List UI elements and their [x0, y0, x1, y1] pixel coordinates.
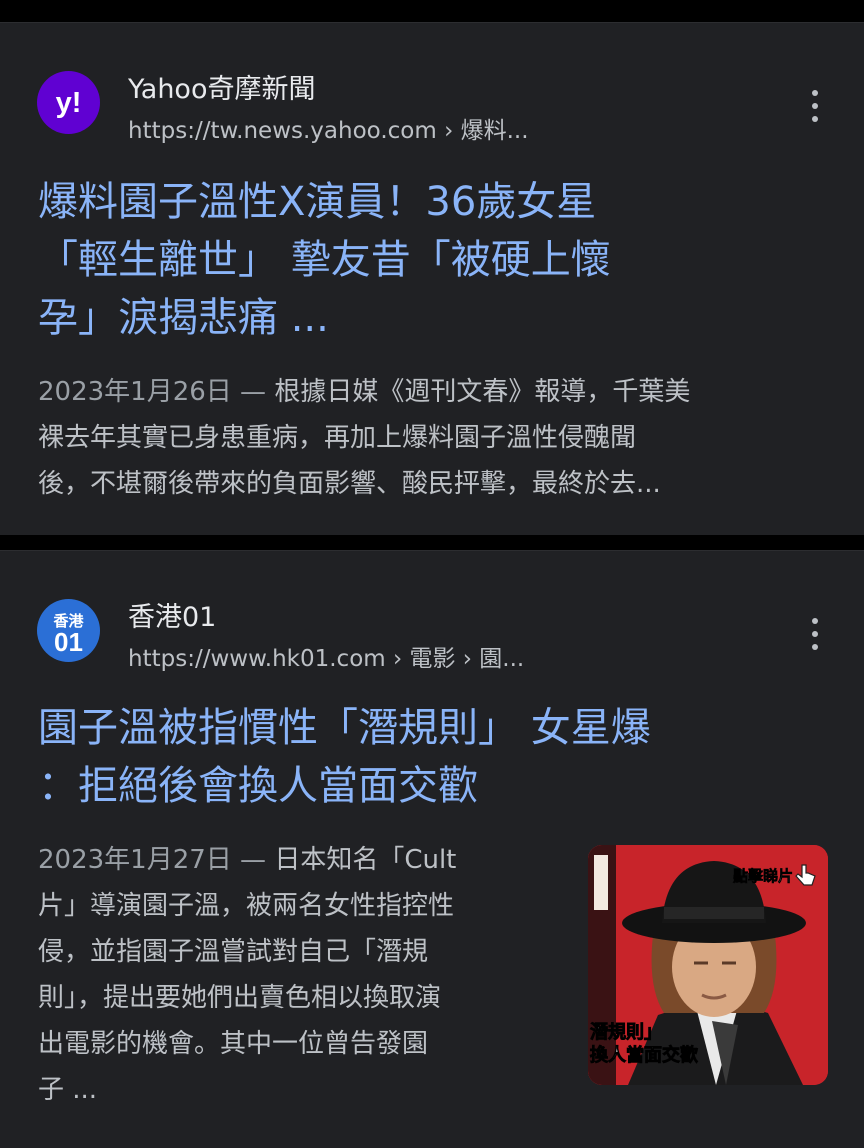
hk01-logo-icon[interactable]: 香港 01	[37, 599, 100, 662]
yahoo-logo-text: y!	[56, 87, 82, 119]
snippet-line: 片」導演園子溫，被兩名女性指控性	[38, 891, 455, 921]
title-line: 孕」淚揭悲痛 ...	[38, 295, 329, 341]
title-line: 園子溫被指慣性「潛規則」 女星爆	[38, 705, 651, 751]
more-vert-icon[interactable]	[800, 86, 830, 126]
snippet-line: 則」，提出要她們出賣色相以換取演	[38, 983, 442, 1013]
site-url[interactable]: https://tw.news.yahoo.com › 爆料...	[128, 111, 529, 145]
hk01-logo-bottom-text: 01	[54, 627, 83, 657]
snippet-text: 日本知名「Cult	[266, 845, 457, 875]
more-vert-icon[interactable]	[800, 614, 830, 654]
search-result-card: 香港 01 香港01 https://www.hk01.com › 電影 › 園…	[0, 550, 864, 1148]
thumbnail-overlay-line-2: 換人當面交歡	[590, 1044, 698, 1066]
result-title-link[interactable]: 園子溫被指慣性「潛規則」 女星爆 ：拒絕後會換人當面交歡	[38, 699, 651, 815]
result-date: 2023年1月27日 —	[38, 845, 267, 875]
video-thumbnail[interactable]: 點擊睇片 潛規則」 換人當面交歡	[588, 845, 828, 1085]
title-line: 爆料園子溫性X演員！36歲女星	[38, 179, 597, 225]
thumbnail-overlay-line-1: 潛規則」	[590, 1022, 662, 1043]
site-url[interactable]: https://www.hk01.com › 電影 › 園...	[128, 639, 524, 673]
snippet-line: 裸去年其實已身患重病，再加上爆料園子溫性侵醜聞	[38, 423, 637, 453]
snippet-line: 侵，並指園子溫嘗試對自己「潛規	[38, 937, 429, 967]
site-name[interactable]: 香港01	[128, 595, 216, 634]
snippet-line: 後，不堪爾後帶來的負面影響、酸民抨擊，最終於去...	[38, 469, 661, 499]
title-line: 「輕生離世」 摯友昔「被硬上懷	[38, 237, 611, 283]
result-date: 2023年1月26日 —	[38, 377, 267, 407]
snippet-line: 子 ...	[38, 1075, 98, 1105]
snippet-line: 出電影的機會。其中一位曾告發園	[38, 1029, 429, 1059]
title-line: ：拒絕後會換人當面交歡	[38, 763, 478, 809]
result-snippet: 2023年1月27日 — 日本知名「Cult 片」導演園子溫，被兩名女性指控性 …	[38, 837, 456, 1113]
result-snippet: 2023年1月26日 — 根據日媒《週刊文春》報導，千葉美 裸去年其實已身患重病…	[38, 369, 690, 507]
site-name[interactable]: Yahoo奇摩新聞	[128, 67, 315, 106]
snippet-text: 根據日媒《週刊文春》報導，千葉美	[266, 377, 691, 407]
thumbnail-overlay-top: 點擊睇片	[733, 867, 793, 885]
result-title-link[interactable]: 爆料園子溫性X演員！36歲女星 「輕生離世」 摯友昔「被硬上懷 孕」淚揭悲痛 .…	[38, 173, 611, 347]
search-result-card: y! Yahoo奇摩新聞 https://tw.news.yahoo.com ›…	[0, 22, 864, 535]
yahoo-logo-icon[interactable]: y!	[37, 71, 100, 134]
